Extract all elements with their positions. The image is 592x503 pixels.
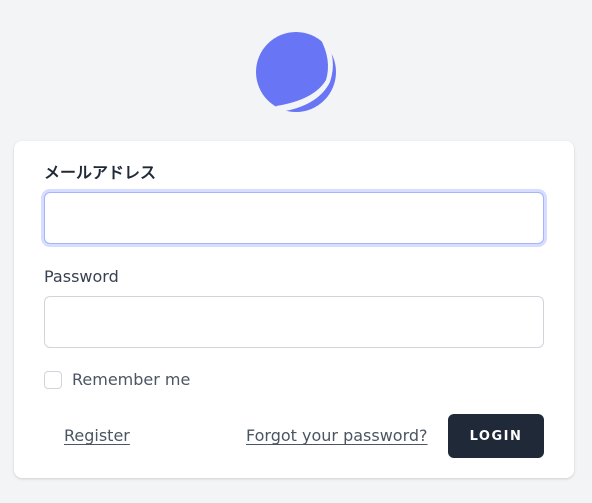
email-label: メールアドレス (44, 163, 157, 182)
remember-me-checkbox[interactable] (44, 370, 62, 389)
password-label: Password (44, 267, 119, 286)
password-input[interactable] (44, 296, 544, 348)
logo-container (0, 30, 592, 114)
forgot-password-link[interactable]: Forgot your password? (246, 426, 428, 445)
app-logo-icon (256, 32, 336, 112)
email-input[interactable] (44, 192, 544, 244)
register-link[interactable]: Register (64, 426, 130, 445)
remember-me-label[interactable]: Remember me (72, 370, 190, 389)
remember-me-row: Remember me (44, 370, 190, 389)
login-card: メールアドレス Password Remember me Register Fo… (14, 141, 574, 478)
login-button[interactable]: LOGIN (448, 414, 544, 458)
